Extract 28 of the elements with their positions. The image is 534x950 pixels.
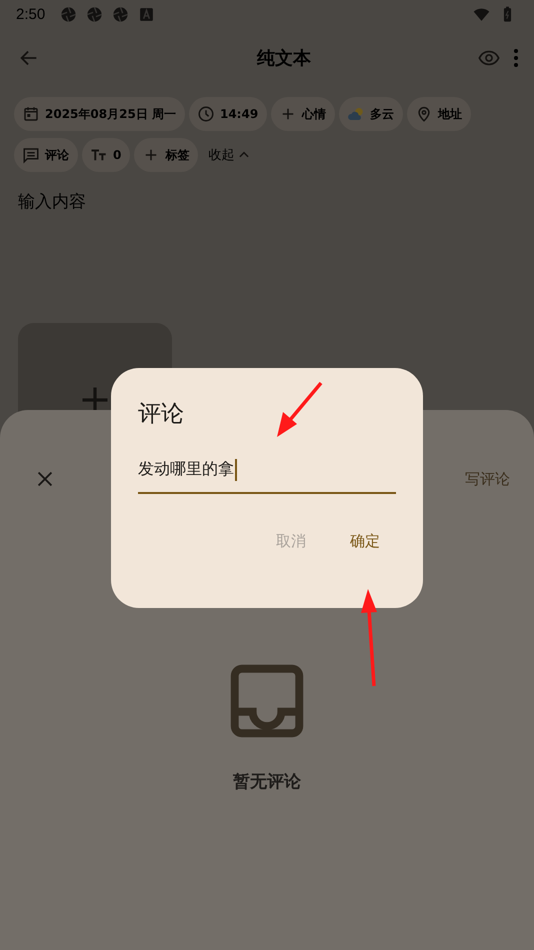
wifi-icon [473,6,490,22]
aperture-icon [112,6,130,22]
content-field[interactable]: 输入内容 [18,190,516,213]
clock-icon [196,105,215,123]
chip[interactable]: 14:49 [188,97,268,131]
calendar-icon [22,105,40,123]
aperture-icon [60,6,78,22]
chip[interactable]: 多云 [339,97,404,131]
cloud-sun-icon [347,105,366,123]
keyboard-icon [138,6,156,22]
page-title: 纯文本 [256,47,312,70]
status-time: 2:50 [16,6,46,22]
chip[interactable]: 2025年08月25日 周一 [14,97,185,131]
chip[interactable]: 标签 [134,138,198,172]
comment-input[interactable]: 发动哪里的拿 [138,459,396,494]
dialog-title: 评论 [138,400,184,429]
chip[interactable]: 地址 [407,97,472,131]
chip[interactable]: 0 [82,138,130,172]
confirm-button[interactable]: 确定 [338,524,392,559]
collapse-button[interactable]: 收起 [202,138,258,172]
comment-icon [22,146,40,164]
aperture-icon [86,6,104,22]
chip[interactable]: 心情 [271,97,336,131]
annotation-arrow [277,382,322,437]
write-comment-button[interactable]: 写评论 [459,468,516,490]
empty-message: 暂无评论 [233,771,301,793]
chip[interactable]: 评论 [14,138,78,172]
more-icon [512,47,520,69]
